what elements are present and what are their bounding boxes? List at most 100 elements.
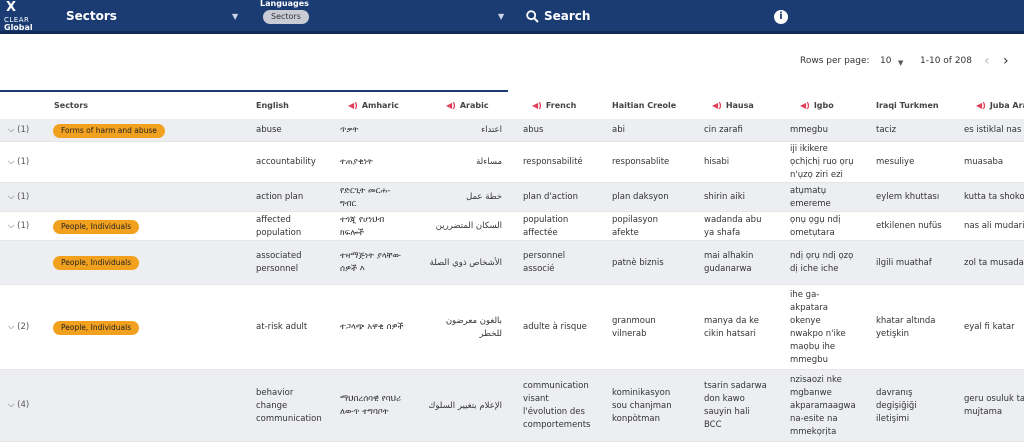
clear-global-logo[interactable]: X CLEAR Global: [4, 0, 38, 32]
caret-down-icon[interactable]: ▼: [498, 12, 504, 21]
cell-line: granmoun: [612, 315, 656, 326]
cell-am: ጥቃት: [340, 124, 358, 137]
speaker-icon[interactable]: ◀): [800, 101, 810, 110]
sectors-dropdown[interactable]: Sectors: [66, 9, 117, 23]
cell-en: accountability: [256, 156, 316, 169]
column-header-juba-arabic[interactable]: ◀)Juba Arabic: [976, 101, 1024, 110]
column-header-english[interactable]: English: [256, 101, 289, 110]
cell-line: ọchịchị ruo ọrụ: [790, 157, 854, 167]
cell-ht: kominikasyon sou chanjman konpòtman: [612, 387, 672, 426]
cell-ht: granmoun vilnerab: [612, 315, 656, 341]
sector-badge[interactable]: Forms of harm and abuse: [53, 123, 165, 138]
cell-line: khatar altında: [876, 315, 936, 326]
cell-ju: nas ali mudarir: [964, 220, 1024, 233]
cell-line: accountability: [256, 157, 316, 167]
column-header-hausa[interactable]: ◀) Hausa: [712, 101, 754, 110]
cell-line: الأشخاص ذوي الصلة: [429, 257, 502, 268]
chevron-left-icon[interactable]: ‹: [984, 53, 990, 69]
speaker-icon[interactable]: ◀): [712, 101, 722, 110]
cell-line: eylem khuttası: [876, 192, 940, 202]
column-header-arabic[interactable]: ◀) Arabic: [446, 101, 489, 110]
expand-row-toggle[interactable]: ⌵ (2): [8, 322, 29, 332]
cell-line: associated: [256, 251, 302, 261]
cell-line: ጥቃት: [340, 125, 359, 135]
languages-chip[interactable]: Sectors: [263, 10, 309, 24]
column-header-sectors[interactable]: Sectors: [54, 101, 88, 110]
column-header-amharic[interactable]: ◀) Amharic: [348, 101, 399, 110]
chevron-down-icon: ⌵: [8, 321, 18, 332]
speaker-icon[interactable]: ◀): [976, 101, 986, 110]
cell-line: degişiğiği: [876, 400, 917, 411]
cell-tk: mesuliye: [876, 156, 914, 169]
info-icon[interactable]: i: [774, 10, 788, 24]
speaker-icon[interactable]: ◀): [446, 101, 456, 110]
sector-badge[interactable]: People, Individuals: [53, 256, 140, 270]
rows-per-page-select[interactable]: 10: [880, 56, 891, 66]
cell-ha: wadanda abu ya shafa: [704, 214, 761, 240]
column-header-igbo[interactable]: ◀) Igbo: [800, 101, 834, 110]
column-header-iraqi-turkmen[interactable]: Iraqi Turkmen: [876, 101, 939, 110]
cell-tk: ilgili muathaf: [876, 257, 932, 270]
table-row[interactable]: ⌵ (1) accountability ተጠያቂነት مساءلة responsab…: [0, 142, 1024, 183]
expand-row-toggle[interactable]: ⌵ (1): [8, 192, 29, 202]
table-row[interactable]: People, Individuals associated personnel ተዛ…: [0, 241, 1024, 285]
cell-line: etkilenen nufüs: [876, 221, 942, 231]
expand-count: (4): [17, 400, 30, 410]
search-icon: [526, 10, 539, 23]
cell-line: plan daksyon: [612, 192, 669, 202]
column-header-haitian-creole[interactable]: Haitian Creole: [612, 101, 676, 110]
cell-line: patnè biznis: [612, 257, 664, 268]
cell-ht: patnè biznis: [612, 257, 664, 270]
cell-ha: shirin aiki: [704, 191, 745, 204]
cell-ju: eyal fi katar: [964, 321, 1015, 334]
chevron-down-icon: ⌵: [8, 400, 18, 410]
table-row[interactable]: ⌵ (2) People, Individuals at-risk adult ተጋላ…: [0, 285, 1024, 370]
table-row[interactable]: ⌵ (1) People, Individuals affected populati…: [0, 212, 1024, 241]
expand-count: (1): [17, 220, 30, 231]
cell-line: affectée: [523, 227, 558, 238]
sector-badge[interactable]: People, Individuals: [53, 320, 140, 335]
caret-down-icon[interactable]: ▼: [898, 59, 903, 67]
cell-ig: ndị ọrụ ndị ọzọ dị iche iche: [790, 250, 853, 276]
sector-badge[interactable]: People, Individuals: [53, 219, 140, 234]
cell-ha: mai alhakin gudanarwa: [704, 250, 753, 276]
speaker-icon[interactable]: ◀): [532, 101, 542, 110]
cell-line: iji ikikere: [790, 144, 828, 154]
expand-count: (2): [17, 321, 30, 332]
speaker-icon[interactable]: ◀): [348, 101, 358, 110]
cell-line: nas ali mudarir: [964, 221, 1024, 231]
caret-down-icon[interactable]: ▼: [232, 12, 238, 21]
column-header-french[interactable]: ◀) French: [532, 101, 576, 110]
cell-ht: abi: [612, 124, 625, 137]
expand-row-toggle[interactable]: ⌵ (1): [8, 157, 29, 167]
cell-line: geru osuluk ta: [964, 394, 1024, 404]
table-row[interactable]: ⌵ (1) action plan የድርጊት መርሐ- ግብር خطة عمل plan…: [0, 183, 1024, 212]
expand-count: (1): [17, 191, 30, 202]
chevron-right-icon[interactable]: ›: [1003, 53, 1009, 69]
cell-line: mgbanwe: [790, 387, 832, 398]
cell-line: davranış: [876, 387, 913, 398]
expand-row-toggle[interactable]: ⌵ (1): [8, 125, 29, 135]
cell-ju: kutta ta shokol: [964, 191, 1024, 204]
cell-line: kutta ta shokol: [964, 192, 1024, 202]
column-header-label: Arabic: [459, 101, 489, 110]
expand-row-toggle[interactable]: ⌵ (4): [8, 400, 29, 410]
cell-line: konpòtman: [612, 413, 661, 424]
cell-ig: iji ikikere ọchịchị ruo ọrụ n'ụzọ ziri ezi: [790, 143, 854, 182]
cell-fr: population affectée: [523, 214, 568, 240]
cell-fr: abus: [523, 124, 543, 137]
cell-line: kominikasyon: [612, 387, 671, 398]
cell-line: comportements: [523, 420, 591, 430]
cell-line: mai alhakin: [704, 251, 754, 261]
table-row[interactable]: ⌵ (1) Forms of harm and abuse abuse ጥቃት اعتد…: [0, 119, 1024, 142]
cell-line: akpatara: [790, 302, 828, 313]
cell-am: ተጠያቂነት: [340, 156, 373, 169]
cell-line: cikin hatsari: [704, 328, 756, 339]
cell-am: ተዛማጅነት ያላቸው ሰዎች እ: [340, 250, 401, 276]
cell-fr: plan d'action: [523, 191, 578, 204]
table-row[interactable]: ⌵ (4) behavior change communication ማህበረሰባዊ …: [0, 370, 1024, 442]
rows-per-page-label: Rows per page:: [800, 56, 870, 66]
cell-ha: tsarin sadarwa don kawo sauyin hali BCC: [704, 380, 767, 432]
expand-row-toggle[interactable]: ⌵ (1): [8, 221, 29, 231]
logo-line2: Global: [4, 23, 33, 32]
